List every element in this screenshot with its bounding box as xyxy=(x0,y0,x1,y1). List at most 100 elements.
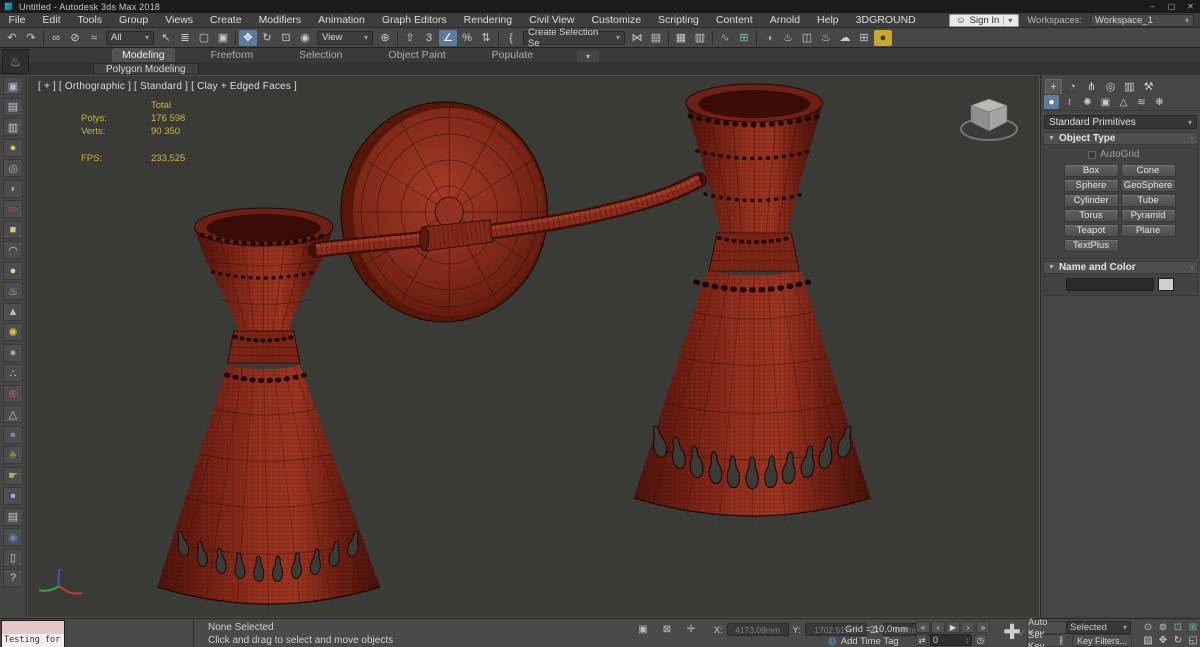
listener-script-row[interactable]: Testing for i xyxy=(2,634,64,647)
curve-editor-icon[interactable]: ∿ xyxy=(716,30,734,46)
document-icon[interactable]: ▯ xyxy=(3,548,23,567)
undo-icon[interactable]: ↶ xyxy=(3,30,21,46)
menu-group[interactable]: Group xyxy=(111,13,157,27)
model-left-lamp[interactable] xyxy=(157,207,381,612)
help-icon[interactable]: ? xyxy=(3,569,23,587)
light-lister-icon[interactable]: ● xyxy=(3,138,23,157)
spinner-snap-icon[interactable]: ⇅ xyxy=(477,30,495,46)
material-editor-icon[interactable]: ◑ xyxy=(760,30,778,46)
cone-primitive-icon[interactable]: ▲ xyxy=(3,302,23,321)
tab-populate[interactable]: Populate xyxy=(482,48,543,62)
tab-modeling[interactable]: Modeling xyxy=(112,48,175,62)
menu-help[interactable]: Help xyxy=(809,13,848,27)
button-geosphere[interactable]: GeoSphere xyxy=(1120,179,1176,192)
hand-icon[interactable]: ☛ xyxy=(3,466,23,485)
menu-content[interactable]: Content xyxy=(707,13,761,27)
button-teapot[interactable]: Teapot xyxy=(1063,224,1119,237)
ribbon-logo-icon[interactable]: ♨ xyxy=(2,49,29,74)
button-tube[interactable]: Tube xyxy=(1120,194,1176,207)
menu-views[interactable]: Views xyxy=(157,13,202,27)
menu-customize[interactable]: Customize xyxy=(583,13,650,27)
category-helpers[interactable]: △ xyxy=(1116,95,1131,109)
unlink-selection-icon[interactable]: ⊘ xyxy=(66,30,84,46)
rendered-frame-icon[interactable]: ◫ xyxy=(798,30,816,46)
selection-lock-icon[interactable]: ⊠ xyxy=(660,623,674,636)
name-color-header[interactable]: ▼ Name and Color ▫ xyxy=(1043,261,1198,274)
named-selection-sets-dropdown[interactable]: Create Selection Se ▾ xyxy=(523,27,625,49)
object-color-swatch[interactable] xyxy=(1158,278,1174,291)
zoom-all-icon[interactable]: ⊚ xyxy=(1156,621,1170,633)
use-pivot-center-icon[interactable]: ⊕ xyxy=(376,30,394,46)
camera-icon[interactable]: ◎ xyxy=(3,159,23,177)
model-right-lamp[interactable] xyxy=(633,83,871,527)
compound-objects-icon[interactable]: ⊕ xyxy=(3,384,23,403)
sun-light-icon[interactable]: ✺ xyxy=(3,323,23,341)
tab-modify[interactable]: ◔ xyxy=(1064,79,1081,94)
rock-icon[interactable]: ● xyxy=(3,425,23,444)
select-and-place-icon[interactable]: ◉ xyxy=(296,30,314,46)
redo-icon[interactable]: ↷ xyxy=(22,30,40,46)
selection-filter-dropdown[interactable]: All ▾ xyxy=(106,30,154,45)
maxscript-mini-listener[interactable]: Testing for i xyxy=(1,620,65,647)
select-and-scale-icon[interactable]: ⊡ xyxy=(277,30,295,46)
previous-frame-button[interactable]: ‹ xyxy=(931,621,945,633)
layer-explorer-icon[interactable]: ▥ xyxy=(3,118,23,136)
shaded-view-icon[interactable]: ◗ xyxy=(3,179,23,198)
percent-snap-icon[interactable]: % xyxy=(458,30,476,46)
menu-rendering[interactable]: Rendering xyxy=(455,13,520,27)
render-production-icon[interactable]: ♨ xyxy=(817,30,835,46)
snap-toggle-3d-icon[interactable]: 3 xyxy=(420,30,438,46)
orbit-icon[interactable]: ↻ xyxy=(1171,634,1185,646)
layer-manager-icon[interactable]: ▦ xyxy=(672,30,690,46)
plugin-button[interactable]: ● xyxy=(874,29,892,46)
scene-explorer-panel-icon[interactable]: ▤ xyxy=(3,97,23,116)
create-key-button[interactable]: ✚ ✓ xyxy=(999,620,1026,646)
category-shapes[interactable]: ≀ xyxy=(1062,95,1077,109)
key-filters-button[interactable]: Key Filters... xyxy=(1072,634,1132,647)
blue-sphere-icon[interactable]: ● xyxy=(3,487,23,505)
menu-arnold[interactable]: Arnold xyxy=(761,13,808,27)
sign-in-button[interactable]: ☺ Sign In ▾ xyxy=(948,13,1020,27)
zoom-region-icon[interactable]: ▧ xyxy=(1141,634,1155,646)
mirror-icon[interactable]: ⋈ xyxy=(628,30,646,46)
select-object-icon[interactable]: ↖ xyxy=(157,30,175,46)
menu-graph-editors[interactable]: Graph Editors xyxy=(373,13,455,27)
maximize-viewport-icon[interactable]: ◱ xyxy=(1186,634,1200,646)
tab-utilities[interactable]: ⚒ xyxy=(1140,79,1157,94)
time-configuration-button[interactable]: ◷ xyxy=(974,634,987,646)
align-icon[interactable]: ▤ xyxy=(647,30,665,46)
button-cone[interactable]: Cone xyxy=(1120,164,1176,177)
selection-sphere-icon[interactable]: ◉ xyxy=(3,528,23,546)
object-name-input[interactable] xyxy=(1066,278,1154,291)
select-and-manipulate-icon[interactable]: ⇧ xyxy=(401,30,419,46)
tab-object-paint[interactable]: Object Paint xyxy=(378,48,455,62)
primitive-category-dropdown[interactable]: Standard Primitives ▾ xyxy=(1044,115,1197,129)
category-spacewarps[interactable]: ≋ xyxy=(1134,95,1149,109)
absolute-offset-icon[interactable]: ✛ xyxy=(684,623,698,636)
dome-primitive-icon[interactable]: ◠ xyxy=(3,241,23,259)
category-systems[interactable]: ❋ xyxy=(1152,95,1167,109)
tab-hierarchy[interactable]: ⋔ xyxy=(1083,79,1100,94)
zoom-extents-icon[interactable]: ⊡ xyxy=(1171,621,1185,633)
named-selection-sets-icon[interactable]: { xyxy=(502,30,520,46)
tab-display[interactable]: ▥ xyxy=(1121,79,1138,94)
pan-icon[interactable]: ✥ xyxy=(1156,634,1170,646)
scatter-icon[interactable]: ∴ xyxy=(3,364,23,382)
clipboard-icon[interactable]: ▤ xyxy=(3,507,23,526)
bind-to-spacewarp-icon[interactable]: ≈ xyxy=(85,30,103,46)
object-type-header[interactable]: ▼ Object Type ▫ xyxy=(1043,132,1198,145)
viewport-label[interactable]: [ + ] [ Orthographic ] [ Standard ] [ Cl… xyxy=(38,81,297,92)
button-box[interactable]: Box xyxy=(1063,164,1119,177)
listener-macro-row[interactable] xyxy=(2,621,64,634)
button-textplus[interactable]: TextPlus xyxy=(1063,239,1119,252)
zoom-icon[interactable]: ⊙ xyxy=(1141,621,1155,633)
viewport-layout-icon[interactable]: ▣ xyxy=(3,77,23,95)
select-and-rotate-icon[interactable]: ↻ xyxy=(258,30,276,46)
geosphere-icon[interactable]: ● xyxy=(3,343,23,362)
tab-motion[interactable]: ◎ xyxy=(1102,79,1119,94)
stereo-glasses-icon[interactable]: ∞ xyxy=(3,200,23,218)
go-to-end-button[interactable]: » xyxy=(976,621,990,633)
category-lights[interactable]: ✺ xyxy=(1080,95,1095,109)
next-frame-button[interactable]: › xyxy=(961,621,975,633)
scene-explorer-icon[interactable]: ▥ xyxy=(691,30,709,46)
